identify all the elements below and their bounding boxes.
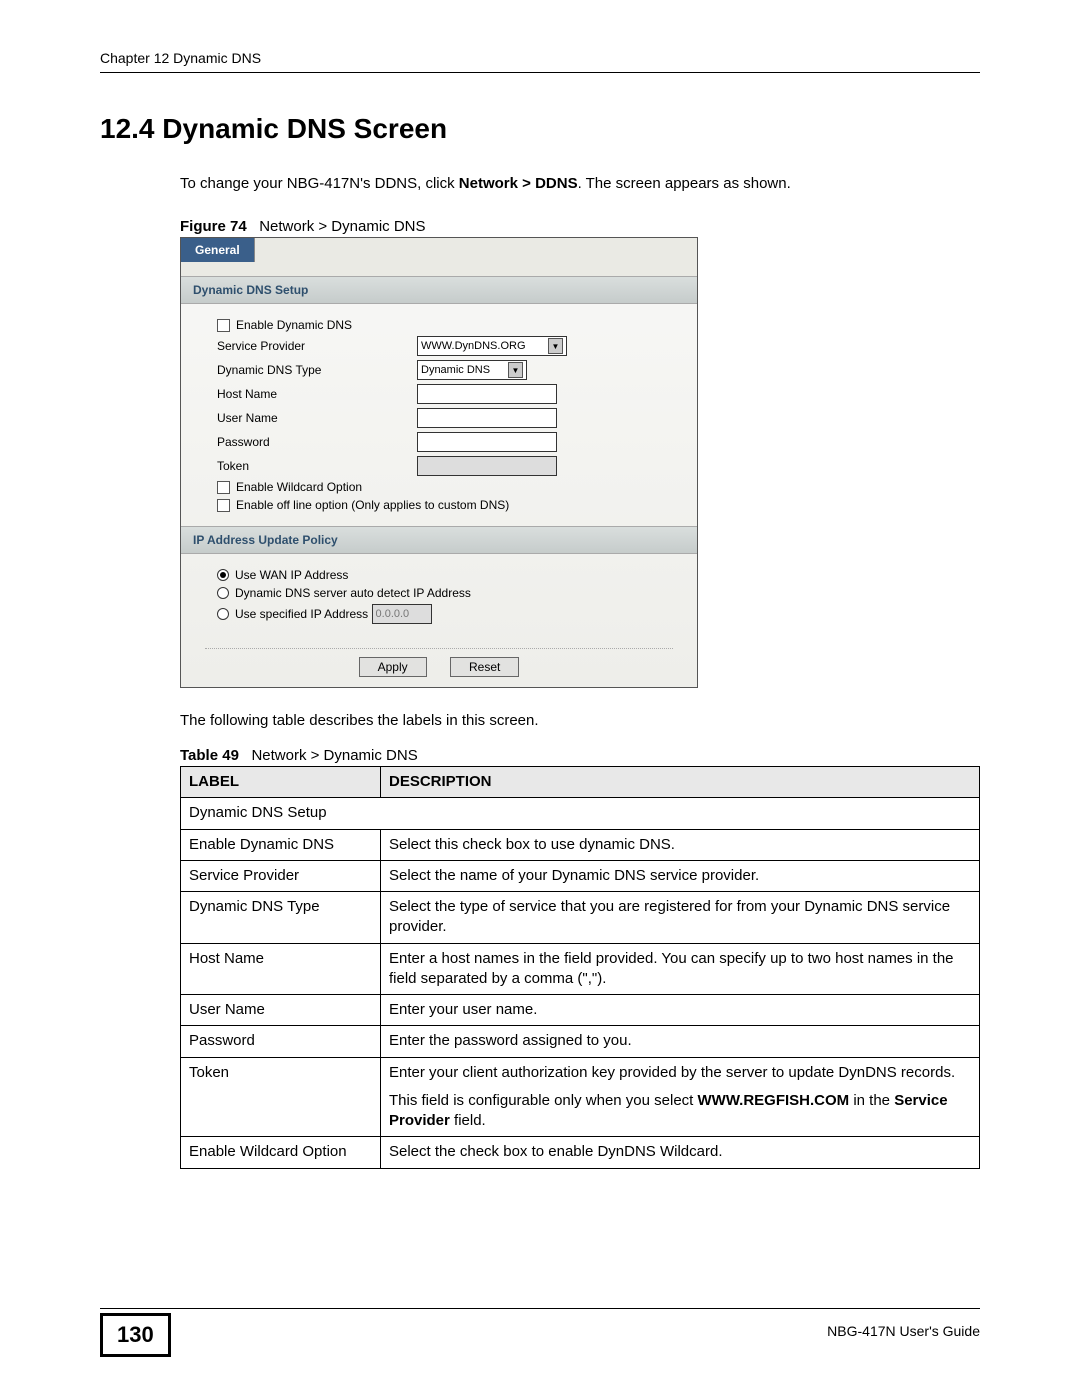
th-label: LABEL [181,767,381,798]
table-row: Password Enter the password assigned to … [181,1026,980,1057]
checkbox-enable-ddns[interactable] [217,319,230,332]
table-row: Dynamic DNS Setup [181,798,980,829]
table-label: Table 49 [180,747,239,764]
token-p2e: field. [450,1112,486,1129]
page-number: 130 [100,1313,171,1357]
table-row: Enable Dynamic DNS Select this check box… [181,829,980,860]
input-specified-ip[interactable] [372,604,432,624]
label-service-provider: Service Provider [217,339,417,353]
radio-use-specified[interactable] [217,608,229,620]
cell-label: Host Name [181,943,381,995]
cell-label: User Name [181,995,381,1026]
chevron-down-icon: ▼ [508,362,523,378]
select-service-provider[interactable]: WWW.DynDNS.ORG ▼ [417,336,567,356]
token-p2b: WWW.REGFISH.COM [698,1092,850,1109]
label-enable-ddns: Enable Dynamic DNS [236,318,352,332]
figure-label: Figure 74 [180,218,247,235]
section-ip-policy: IP Address Update Policy [181,526,697,554]
input-token[interactable] [417,456,557,476]
table-row: User Name Enter your user name. [181,995,980,1026]
section-ddns-setup: Dynamic DNS Setup [181,276,697,304]
radio-use-wan[interactable] [217,569,229,581]
cell-label: Dynamic DNS Type [181,892,381,944]
token-p2a: This field is configurable only when you… [389,1092,698,1109]
input-user-name[interactable] [417,408,557,428]
cell-desc: Select the name of your Dynamic DNS serv… [381,860,980,891]
chapter-header: Chapter 12 Dynamic DNS [100,50,980,73]
chevron-down-icon: ▼ [548,338,563,354]
checkbox-wildcard[interactable] [217,481,230,494]
label-dns-type: Dynamic DNS Type [217,363,417,377]
token-p2c: in the [849,1092,894,1109]
cell-desc: Enter a host names in the field provided… [381,943,980,995]
cell-label: Service Provider [181,860,381,891]
figure-caption: Figure 74 Network > Dynamic DNS [180,218,980,235]
cell-desc: Select the type of service that you are … [381,892,980,944]
label-wildcard: Enable Wildcard Option [236,480,362,494]
intro-pre: To change your NBG-417N's DDNS, click [180,175,459,192]
token-p2: This field is configurable only when you… [389,1091,971,1132]
reset-button[interactable]: Reset [450,657,519,677]
label-host-name: Host Name [217,387,417,401]
tab-row: General [181,238,697,262]
apply-button[interactable]: Apply [359,657,427,677]
input-password[interactable] [417,432,557,452]
cell-label: Token [181,1057,381,1137]
label-use-wan: Use WAN IP Address [235,568,348,582]
table-row: Host Name Enter a host names in the fiel… [181,943,980,995]
select-dns-type-value: Dynamic DNS [421,364,490,376]
cell-desc: Enter the password assigned to you. [381,1026,980,1057]
guide-name: NBG-417N User's Guide [827,1317,980,1339]
radio-auto-detect[interactable] [217,587,229,599]
cell-desc: Select the check box to enable DynDNS Wi… [381,1137,980,1168]
cell-desc: Enter your user name. [381,995,980,1026]
token-p1: Enter your client authorization key prov… [389,1063,971,1083]
mid-paragraph: The following table describes the labels… [180,712,980,729]
ddns-screenshot: General Dynamic DNS Setup Enable Dynamic… [180,237,698,688]
label-auto-detect: Dynamic DNS server auto detect IP Addres… [235,586,471,600]
table-row: Enable Wildcard Option Select the check … [181,1137,980,1168]
th-description: DESCRIPTION [381,767,980,798]
section-title: 12.4 Dynamic DNS Screen [100,113,980,145]
cell-label: Enable Wildcard Option [181,1137,381,1168]
table-caption-text: Network > Dynamic DNS [251,747,417,764]
checkbox-offline[interactable] [217,499,230,512]
cell-label: Enable Dynamic DNS [181,829,381,860]
table-caption: Table 49 Network > Dynamic DNS [180,747,980,764]
intro-post: . The screen appears as shown. [578,175,791,192]
table-row: Dynamic DNS Type Select the type of serv… [181,892,980,944]
select-dns-type[interactable]: Dynamic DNS ▼ [417,360,527,380]
label-offline: Enable off line option (Only applies to … [236,498,509,512]
table-row: Token Enter your client authorization ke… [181,1057,980,1137]
intro-bold: Network > DDNS [459,175,578,192]
label-use-specified: Use specified IP Address [235,607,368,621]
label-user-name: User Name [217,411,417,425]
label-password: Password [217,435,417,449]
intro-paragraph: To change your NBG-417N's DDNS, click Ne… [180,173,980,194]
cell-desc: Select this check box to use dynamic DNS… [381,829,980,860]
select-service-provider-value: WWW.DynDNS.ORG [421,340,526,352]
label-token: Token [217,459,417,473]
table-header-row: LABEL DESCRIPTION [181,767,980,798]
cell-desc: Enter your client authorization key prov… [381,1057,980,1137]
tab-general[interactable]: General [181,238,255,262]
table-row: Service Provider Select the name of your… [181,860,980,891]
input-host-name[interactable] [417,384,557,404]
description-table: LABEL DESCRIPTION Dynamic DNS Setup Enab… [180,766,980,1169]
cell-section: Dynamic DNS Setup [181,798,980,829]
page-footer: 130 NBG-417N User's Guide [100,1308,980,1361]
cell-label: Password [181,1026,381,1057]
figure-caption-text: Network > Dynamic DNS [259,218,425,235]
